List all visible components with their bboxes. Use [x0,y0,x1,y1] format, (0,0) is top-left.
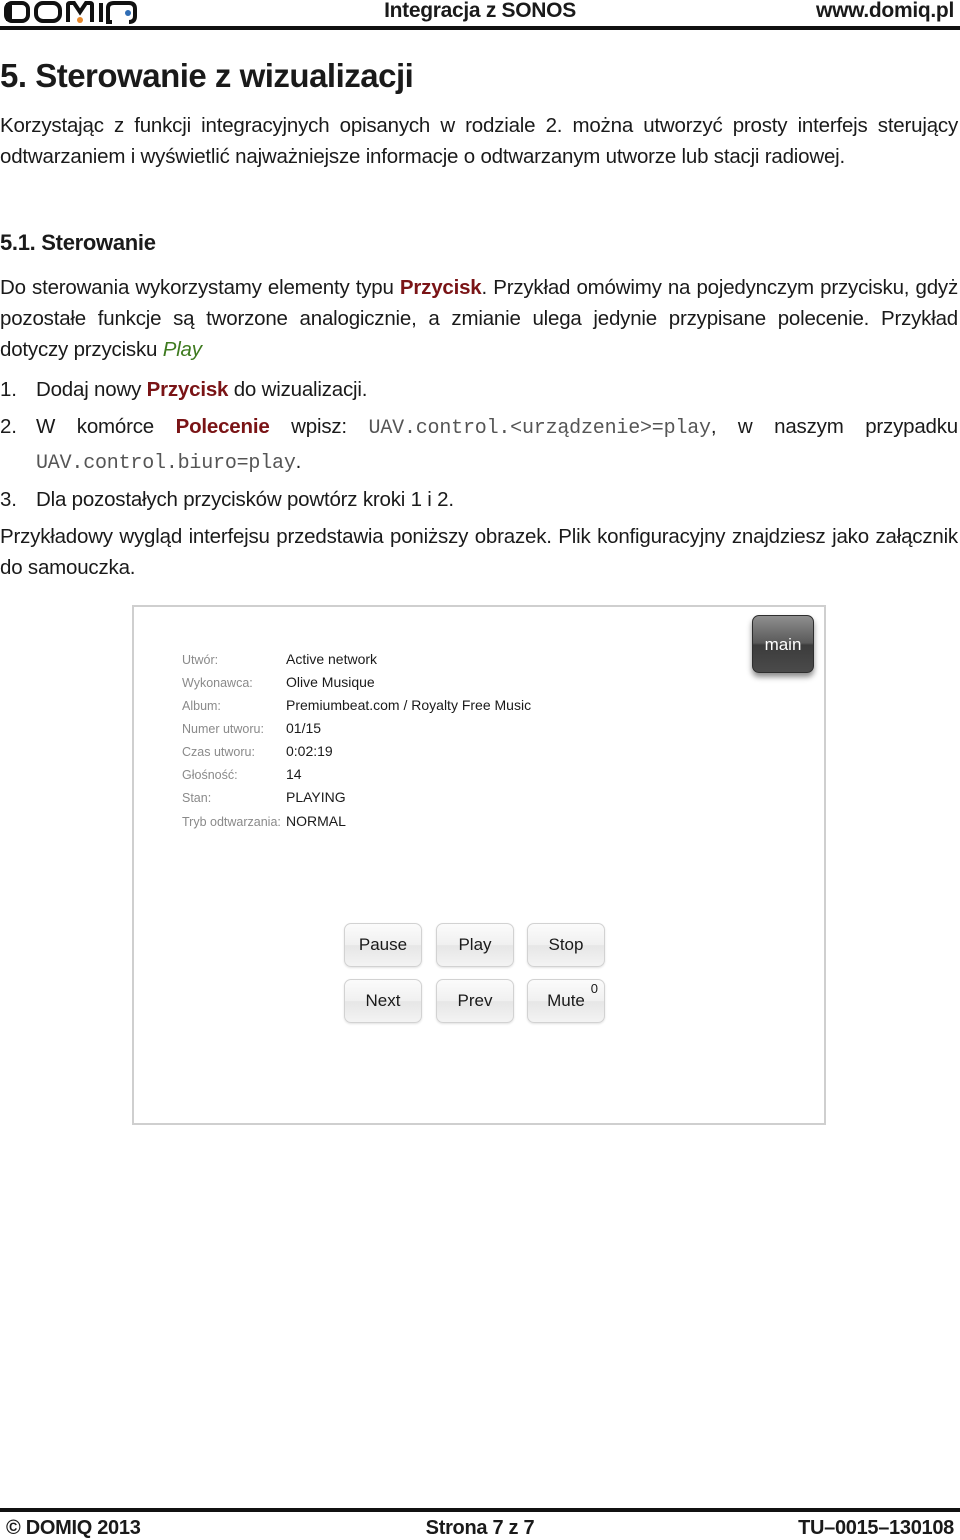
text: , w naszym przypadku [710,415,958,438]
text: wpisz: [269,415,369,438]
text: . [295,450,302,473]
section-heading: 5. Sterowanie z wizualizacji [0,57,414,94]
page-footer: © DOMIQ 2013 Strona 7 z 7 TU–0015–130108 [0,1517,960,1539]
intro-paragraph: Korzystając z funkcji integracyjnych opi… [0,114,958,168]
step-number: 2. [0,415,17,438]
step-number: 1. [0,378,17,401]
info-value: 0:02:19 [286,743,333,759]
step-3: 3. Dla pozostałych przycisków powtórz kro… [0,483,958,516]
info-value: PLAYING [286,789,346,805]
visualization-screenshot: main Utwór: Active network Wykonawca: Ol… [132,605,826,1125]
keyword-przycisk: Przycisk [146,378,229,401]
step-1: 1. Dodaj nowy Przycisk do wizualizacji. [0,373,958,406]
info-value: NORMAL [286,813,346,829]
info-label: Czas utworu: [182,745,255,759]
keyword-polecenie: Polecenie [175,415,270,438]
next-button[interactable]: Next [344,979,422,1023]
info-label: Głośność: [182,768,238,782]
closing-paragraph: Przykładowy wygląd interfejsu przedstawi… [0,525,958,579]
step-number: 3. [0,488,17,511]
text: Dodaj nowy [36,378,147,401]
info-value: 01/15 [286,720,322,736]
text: Dla pozostałych przycisków powtórz kroki… [36,488,454,511]
step-2: 2. W komórce Polecenie wpisz: UAV.control… [0,410,958,475]
info-value: Olive Musique [286,674,375,690]
info-label: Album: [182,699,221,713]
info-label: Numer utworu: [182,722,264,736]
info-label: Utwór: [182,653,219,667]
main-button[interactable]: main [752,615,814,673]
control-paragraph: Do sterowania wykorzystamy elementy typu… [0,272,958,365]
code-command-generic: UAV.control.<urządzenie>=play [368,417,711,440]
text: W komórce [36,415,176,438]
prev-button[interactable]: Prev [436,979,514,1023]
info-value: Active network [286,651,378,667]
play-button[interactable]: Play [436,923,514,967]
document-id: TU–0015–130108 [798,1517,954,1539]
code-command-example: UAV.control.biuro=play [36,452,296,475]
footer-divider [0,1508,960,1512]
text: Do sterowania wykorzystamy elementy typu [0,276,400,299]
info-label: Stan: [182,791,212,805]
info-value: 14 [286,766,302,782]
mute-state-badge: 0 [590,981,598,996]
info-label: Wykonawca: [182,676,253,690]
subsection-heading: 5.1. Sterowanie [0,230,156,255]
page-header: Integracja z SONOS www.domiq.pl [0,0,960,30]
stop-button[interactable]: Stop [527,923,605,967]
mute-label: Mute [547,991,585,1010]
keyword-przycisk: Przycisk [399,276,482,299]
info-value: Premiumbeat.com / Royalty Free Music [286,697,532,713]
header-divider [0,26,960,30]
pause-button[interactable]: Pause [344,923,422,967]
mute-button[interactable]: Mute 0 [527,979,605,1023]
website-link[interactable]: www.domiq.pl [816,0,954,22]
keyword-play: Play [162,338,202,361]
info-label: Tryb odtwarzania: [182,815,281,829]
text: do wizualizacji. [228,378,368,401]
